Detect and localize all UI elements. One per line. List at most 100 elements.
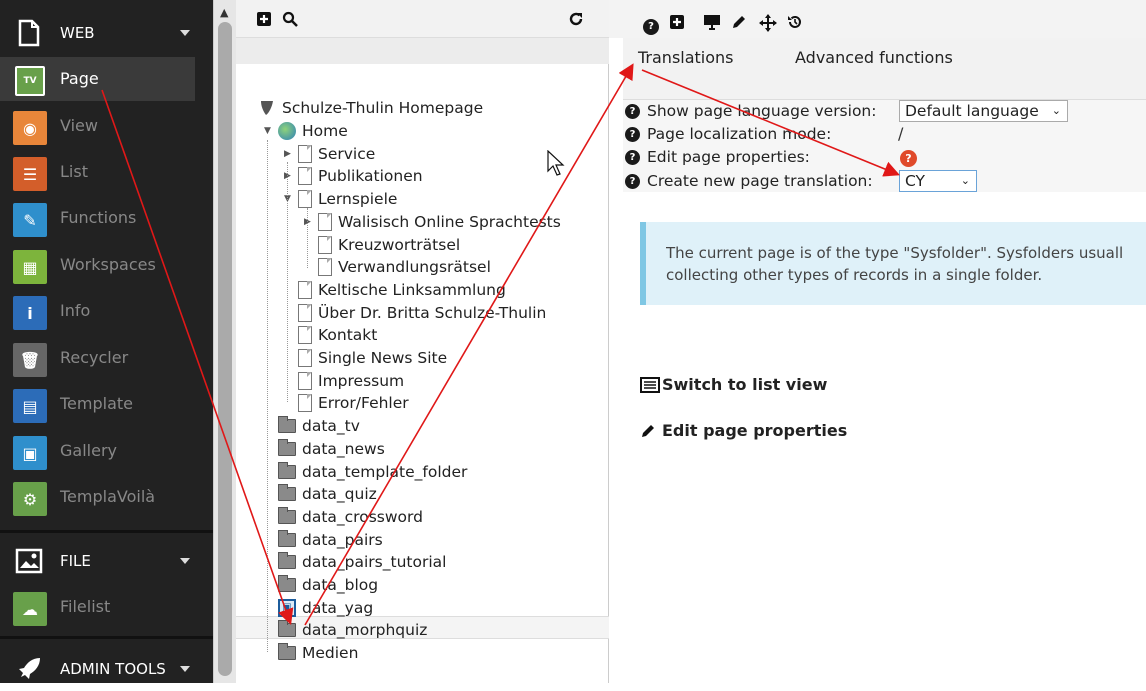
tree-node[interactable]: data_pairs xyxy=(278,529,383,551)
sidebar-scrollbar[interactable]: ▲ xyxy=(213,0,236,683)
pencil-icon[interactable] xyxy=(731,14,747,34)
module-list[interactable]: ☰ List xyxy=(0,150,213,194)
tree-node[interactable]: data_pairs_tutorial xyxy=(278,551,446,573)
tree-node[interactable]: data_quiz xyxy=(278,483,377,505)
collapse-icon[interactable]: ▼ xyxy=(264,126,271,136)
page-icon xyxy=(298,349,312,367)
tree-node[interactable]: data_tv xyxy=(278,415,360,437)
translation-language-value: CY xyxy=(905,172,926,190)
help-icon[interactable]: ? xyxy=(625,126,640,142)
list-icon: ☰ xyxy=(13,157,47,191)
plus-square-icon[interactable] xyxy=(669,14,685,34)
tree-node[interactable]: Publikationen xyxy=(298,165,423,187)
tree-node[interactable]: Service xyxy=(298,143,375,165)
module-workspaces[interactable]: ▦ Workspaces xyxy=(0,243,213,287)
web-section-header[interactable]: WEB xyxy=(0,11,213,55)
info-line: collecting other types of records in a s… xyxy=(666,266,1043,284)
tree-node[interactable]: Keltische Linksammlung xyxy=(298,279,506,301)
tree-node-label: Verwandlungsrätsel xyxy=(338,258,491,277)
menu-translations[interactable]: Translations xyxy=(638,48,734,67)
folder-icon xyxy=(278,461,296,479)
monitor-icon[interactable] xyxy=(703,14,721,34)
tree-node-label: data_blog xyxy=(302,576,379,594)
tree-node[interactable]: Verwandlungsrätsel xyxy=(318,256,491,278)
eye-icon: ◉ xyxy=(13,111,47,145)
tree-node[interactable]: Kreuzworträtsel xyxy=(318,234,460,256)
tree-node[interactable]: Error/Fehler xyxy=(298,392,409,414)
tree-node[interactable]: Home xyxy=(278,120,348,142)
module-filelist[interactable]: ☁ Filelist xyxy=(0,585,213,629)
language-select[interactable]: Default language ⌄ xyxy=(899,100,1068,122)
folder-icon xyxy=(278,484,296,502)
module-label: List xyxy=(60,162,88,181)
file-section-header[interactable]: FILE xyxy=(0,539,213,583)
tree-node[interactable]: data_crossword xyxy=(278,506,423,528)
chevron-down-icon xyxy=(180,558,190,564)
tree-node[interactable]: Medien xyxy=(278,642,358,664)
tree-node-label: Kreuzworträtsel xyxy=(338,235,461,254)
module-label: Functions xyxy=(60,208,137,227)
cloud-icon: ☁ xyxy=(13,592,47,626)
module-functions[interactable]: ✎ Functions xyxy=(0,196,213,240)
tree-node-label: Error/Fehler xyxy=(318,394,409,413)
tree-node[interactable]: Impressum xyxy=(298,370,404,392)
tree-node[interactable]: Über Dr. Britta Schulze-Thulin xyxy=(298,302,546,324)
tree-node[interactable]: Kontakt xyxy=(298,324,377,346)
tree-line xyxy=(287,162,288,402)
folder-icon xyxy=(278,620,296,638)
page-icon xyxy=(318,258,332,277)
tree-node[interactable]: data_news xyxy=(278,438,385,460)
module-gallery[interactable]: ▣ Gallery xyxy=(0,429,213,473)
switch-to-list-view-link[interactable]: Switch to list view xyxy=(640,375,827,394)
page-icon xyxy=(298,190,312,209)
page-icon xyxy=(318,235,332,254)
history-icon[interactable] xyxy=(787,14,803,34)
scrollbar-thumb[interactable] xyxy=(218,22,232,676)
edit-page-properties-label: Edit page properties xyxy=(662,421,848,440)
file-section-label: FILE xyxy=(60,552,91,570)
admin-tools-section-header[interactable]: ADMIN TOOLS xyxy=(0,647,213,691)
template-icon: ▤ xyxy=(13,389,47,423)
expand-icon[interactable]: ▶ xyxy=(284,149,291,159)
module-templavoil[interactable]: ⚙ TemplaVoilà xyxy=(0,475,213,519)
edit-page-properties-link[interactable]: Edit page properties xyxy=(640,421,847,440)
function-menu: Translations Advanced functions xyxy=(623,38,1146,100)
module-info[interactable]: i Info xyxy=(0,289,213,333)
tree-node-label: data_morphquiz xyxy=(302,621,428,640)
plus-square-icon[interactable] xyxy=(256,11,272,31)
move-icon[interactable] xyxy=(759,14,777,36)
help-icon[interactable]: ? xyxy=(625,103,640,119)
folder-icon xyxy=(278,506,296,524)
module-template[interactable]: ▤ Template xyxy=(0,382,213,426)
tree-root-label: Schulze-Thulin Homepage xyxy=(282,99,484,117)
tree-node[interactable]: data_blog xyxy=(278,574,378,596)
info-line: The current page is of the type "Sysfold… xyxy=(666,244,1124,262)
module-view[interactable]: ◉ View xyxy=(0,104,213,148)
localization-value: / xyxy=(898,124,904,143)
module-menu: WEB TV Page ◉ View ☰ List ✎ Functions ▦ Workspace… xyxy=(0,0,213,683)
tree-node[interactable]: Single News Site xyxy=(298,347,447,369)
translation-language-select[interactable]: CY ⌄ xyxy=(899,170,977,192)
doc-header-toolbar: ? xyxy=(609,0,1146,38)
scroll-up-icon[interactable]: ▲ xyxy=(220,6,228,19)
tree-root[interactable]: Schulze-Thulin Homepage xyxy=(258,97,483,119)
help-icon[interactable]: ? xyxy=(643,14,659,35)
tree-node-label: data_crossword xyxy=(302,507,423,526)
page-module-icon: TV xyxy=(15,66,45,96)
tree-node[interactable]: data_morphquiz xyxy=(278,619,427,641)
help-icon[interactable]: ? xyxy=(625,149,640,165)
tree-node[interactable]: Lernspiele xyxy=(298,188,397,210)
page-icon xyxy=(298,326,312,345)
refresh-icon[interactable] xyxy=(568,11,584,31)
tree-node[interactable]: ▣ data_yag xyxy=(278,597,373,619)
tree-node[interactable]: Walisisch Online Sprachtests xyxy=(318,211,561,233)
module-page[interactable]: TV Page xyxy=(0,57,195,101)
search-icon[interactable] xyxy=(282,11,298,31)
tree-node[interactable]: data_template_folder xyxy=(278,461,467,483)
chevron-down-icon: ⌄ xyxy=(1051,104,1061,117)
edit-props-button[interactable]: ? xyxy=(900,150,917,167)
module-recycler[interactable]: 🗑 Recycler xyxy=(0,336,213,380)
menu-advanced-functions[interactable]: Advanced functions xyxy=(795,48,953,67)
help-icon[interactable]: ? xyxy=(625,173,640,189)
tree-node-label: Publikationen xyxy=(318,167,423,186)
